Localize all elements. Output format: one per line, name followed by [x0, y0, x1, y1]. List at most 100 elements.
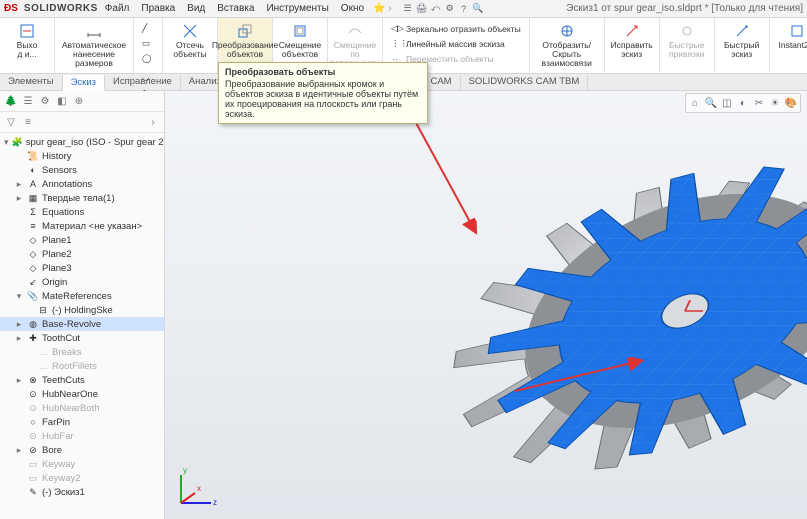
menu-view[interactable]: Вид — [182, 1, 210, 16]
tree-item[interactable]: ▸✚ToothCut — [0, 331, 164, 345]
tree-item-icon: ⊘ — [27, 444, 39, 456]
tree-item[interactable]: ◇Plane3 — [0, 261, 164, 275]
filter-icon[interactable]: ▽ — [4, 115, 18, 129]
tree-item[interactable]: 📜History — [0, 149, 164, 163]
tree-root[interactable]: ▾🧩 spur gear_iso (ISO - Spur gear 2M 13T — [0, 135, 164, 149]
tree-item-label: TeethCuts — [42, 375, 85, 386]
tree-item[interactable]: ▸◍Base-Revolve — [0, 317, 164, 331]
qat-search-icon[interactable]: 🔍 — [472, 3, 484, 15]
tree-item[interactable]: …Breaks — [0, 345, 164, 359]
tree-item[interactable]: ΣEquations — [0, 205, 164, 219]
tree-item-icon: ◍ — [27, 318, 39, 330]
qat-undo-icon[interactable]: ⤺ — [430, 3, 442, 15]
tree-item[interactable]: ◇Plane1 — [0, 233, 164, 247]
menu-tools[interactable]: Инструменты — [261, 1, 333, 16]
qat-print-icon[interactable]: 🖨 — [416, 3, 428, 15]
tab-sketch[interactable]: Эскиз — [63, 75, 105, 91]
tree-item[interactable]: ⊙HubNearBoth — [0, 401, 164, 415]
tooltip-body: Преобразование выбранных кромок и объект… — [225, 79, 421, 119]
tree-item-icon: ↙ — [27, 276, 39, 288]
offset-icon — [291, 22, 309, 40]
tree-item[interactable]: ▸⊘Bore — [0, 443, 164, 457]
tree-item[interactable]: ▭Keyway2 — [0, 471, 164, 485]
tree-item-icon: ◇ — [27, 262, 39, 274]
qat-new-icon[interactable]: ☰ — [402, 3, 414, 15]
fm-prop-icon[interactable]: ☰ — [21, 94, 35, 108]
menu-file[interactable]: Файл — [100, 1, 135, 16]
menu-insert[interactable]: Вставка — [212, 1, 259, 16]
tree-item[interactable]: ⊟(-) HoldingSke — [0, 303, 164, 317]
instant2d-icon — [788, 22, 806, 40]
tree-item[interactable]: ▸⊗TeethCuts — [0, 373, 164, 387]
tree-item[interactable]: ○FarPin — [0, 415, 164, 429]
repair-sketch-button[interactable]: Исправить эскиз — [609, 20, 655, 61]
fm-tree-icon[interactable]: 🌲 — [4, 94, 18, 108]
tree-item-icon: ◇ — [27, 234, 39, 246]
tree-item-icon: ○ — [27, 416, 39, 428]
part-icon: 🧩 — [12, 136, 23, 148]
tree-item[interactable]: ◐Sensors — [0, 163, 164, 177]
tree-item-icon: ⊙ — [27, 388, 39, 400]
rapid-sketch-button[interactable]: Быстрый эскиз — [719, 20, 765, 61]
auto-dimension-button[interactable]: Автоматическое нанесение размеров — [59, 20, 129, 70]
trim-entities-button[interactable]: Отсечь объекты — [167, 20, 213, 61]
tree-item-icon: 📜 — [27, 150, 39, 162]
tree-item-icon: ▭ — [27, 472, 39, 484]
fm-config-icon[interactable]: ⚙ — [38, 94, 52, 108]
tree-item[interactable]: ✎(-) Эскиз1 — [0, 485, 164, 499]
qat-help-icon[interactable]: ? — [458, 3, 470, 15]
menu-more-icon[interactable]: ⭐ › — [371, 3, 394, 14]
tree-item-label: Equations — [42, 207, 84, 218]
linear-pattern-button[interactable]: ⋮⋮Линейный массив эскиза — [389, 37, 523, 51]
tree-item[interactable]: ▸AAnnotations — [0, 177, 164, 191]
menu-window[interactable]: Окно — [336, 1, 369, 16]
tree-item-label: History — [42, 151, 72, 162]
surface-offset-icon — [346, 22, 364, 40]
tree-item-label: Plane3 — [42, 263, 72, 274]
tree-item-icon: ⊟ — [37, 304, 49, 316]
pin-icon[interactable]: › — [146, 115, 160, 129]
workspace: 🌲 ☰ ⚙ ◧ ⊕ ▽ ≡ › ▾🧩 spur gear_iso (ISO - … — [0, 91, 807, 519]
rect-tool[interactable]: ▭ — [140, 37, 156, 51]
convert-entities-button[interactable]: Преобразование объектов — [222, 20, 268, 61]
line-tool[interactable]: ╱ — [140, 22, 156, 36]
fm-display-icon[interactable]: ◧ — [55, 94, 69, 108]
exit-sketch-button[interactable]: Выхо д и... — [4, 20, 50, 61]
tree-item-label: (-) HoldingSke — [52, 305, 113, 316]
tree-item-label: RootFillets — [52, 361, 97, 372]
tree-item-label: HubNearOne — [42, 389, 98, 400]
tree-item[interactable]: …RootFillets — [0, 359, 164, 373]
fm-more-icon[interactable]: ⊕ — [72, 94, 86, 108]
dimension-icon — [85, 22, 103, 40]
qat-options-icon[interactable]: ⚙ — [444, 3, 456, 15]
offset-entities-button[interactable]: Смещение объектов — [277, 20, 323, 61]
instant2d-button[interactable]: Instant2D — [774, 20, 807, 52]
tree-item[interactable]: ≡Материал <не указан> — [0, 219, 164, 233]
expand-icon[interactable]: ≡ — [21, 115, 35, 129]
app-brand: SOLIDWORKS — [24, 3, 98, 14]
mirror-entities-button[interactable]: ◁▷Зеркально отразить объекты — [389, 22, 523, 36]
tree-item-label: Base-Revolve — [42, 319, 101, 330]
menu-bar: ÐS SOLIDWORKS Файл Правка Вид Вставка Ин… — [0, 0, 807, 18]
tree-item[interactable]: ⊙HubNearOne — [0, 387, 164, 401]
tree-item[interactable]: ▭Keyway — [0, 457, 164, 471]
show-hide-relations-button[interactable]: Отобразить/Скрыть взаимосвязи — [534, 20, 600, 70]
tab-evaluate[interactable]: Исправление — [105, 74, 181, 90]
circle-tool[interactable]: ◯ — [140, 52, 156, 66]
exit-sketch-icon — [18, 22, 36, 40]
repair-icon — [623, 22, 641, 40]
feature-tree[interactable]: ▾🧩 spur gear_iso (ISO - Spur gear 2M 13T… — [0, 133, 164, 519]
menu-edit[interactable]: Правка — [136, 1, 180, 16]
tab-cam-tbm[interactable]: SOLIDWORKS CAM TBM — [461, 74, 589, 90]
tree-item[interactable]: ▾📎MateReferences — [0, 289, 164, 303]
graphics-viewport[interactable]: ⌂ 🔍 ◫ ◐ ✂ ☀ 🎨 — [165, 91, 807, 519]
tree-item-label: Keyway2 — [42, 473, 81, 484]
tooltip-title: Преобразовать объекты — [225, 67, 421, 77]
tree-item-label: Sensors — [42, 165, 77, 176]
quick-access-toolbar: ☰ 🖨 ⤺ ⚙ ? 🔍 — [402, 3, 484, 15]
tree-item[interactable]: ⊙HubFar — [0, 429, 164, 443]
tab-features[interactable]: Элементы — [0, 74, 63, 90]
tree-item[interactable]: ↙Origin — [0, 275, 164, 289]
tree-item[interactable]: ▸▦Твердые тела(1) — [0, 191, 164, 205]
tree-item[interactable]: ◇Plane2 — [0, 247, 164, 261]
